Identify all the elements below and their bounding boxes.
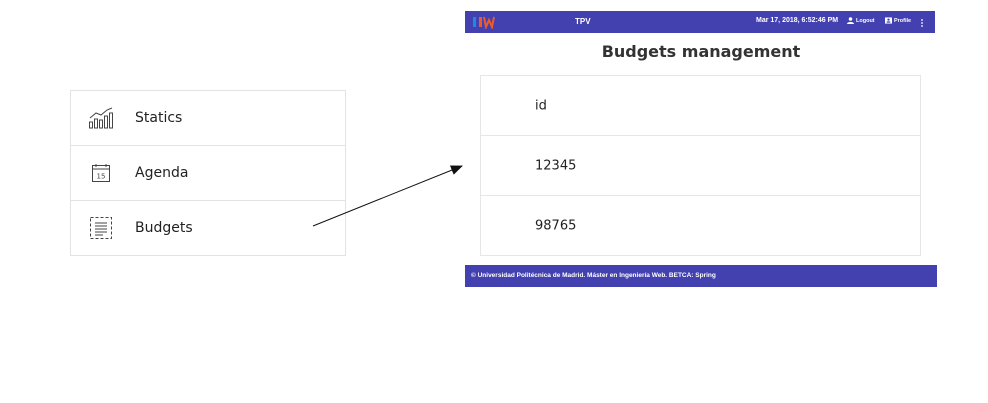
table-row[interactable]: 12345 [481, 136, 920, 196]
page-title: Budgets management [601, 42, 801, 61]
bar-chart-icon [87, 105, 115, 131]
logout-button[interactable]: Logout [847, 17, 875, 24]
menu-item-label: Budgets [135, 220, 193, 236]
menu-card: Statics 15 Agenda Budgets [70, 90, 346, 256]
app-window: TPV Mar 17, 2018, 6:52:46 PM Logout Prof… [465, 11, 937, 287]
budgets-table: id 12345 98765 [480, 75, 921, 256]
profile-button[interactable]: Profile [885, 17, 911, 24]
calendar-day: 15 [97, 173, 106, 181]
table-header-row: id [481, 76, 920, 136]
document-list-icon [87, 215, 115, 241]
profile-label: Profile [894, 17, 912, 24]
more-vert-icon[interactable] [919, 16, 925, 28]
profile-card-icon [885, 17, 892, 24]
screenshot-stage: Statics 15 Agenda Budgets TPV Mar 17, 20… [0, 0, 988, 403]
table-header-id: id [535, 98, 547, 113]
app-title: TPV [575, 17, 591, 26]
top-toolbar: TPV Mar 17, 2018, 6:52:46 PM Logout Prof… [465, 11, 935, 33]
menu-item-label: Statics [135, 110, 183, 126]
table-row[interactable]: 98765 [481, 196, 920, 256]
user-icon [847, 17, 854, 24]
table-cell-id: 98765 [535, 218, 577, 234]
logout-label: Logout [856, 17, 875, 24]
footer: © Universidad Politécnica de Madrid. Más… [465, 265, 937, 287]
table-cell-id: 12345 [535, 158, 577, 173]
datetime-display: Mar 17, 2018, 6:52:46 PM [756, 17, 839, 24]
menu-item-label: Agenda [135, 165, 189, 181]
menu-item-agenda[interactable]: 15 Agenda [71, 146, 345, 201]
menu-item-statics[interactable]: Statics [71, 91, 345, 146]
menu-item-budgets[interactable]: Budgets [71, 201, 345, 255]
app-logo[interactable] [473, 15, 497, 31]
calendar-icon: 15 [87, 160, 115, 186]
